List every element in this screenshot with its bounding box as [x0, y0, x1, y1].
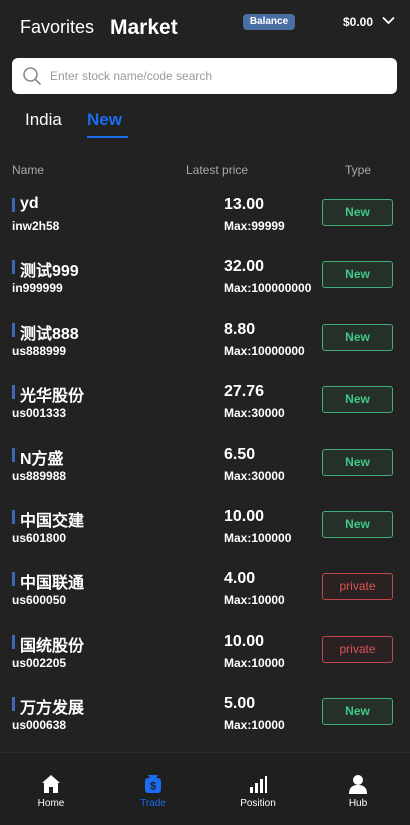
- hub-icon: [349, 775, 367, 794]
- stock-price: 8.80: [224, 320, 256, 338]
- stock-row[interactable]: 光华股份 us001333 27.76 Max:30000 New: [0, 377, 410, 439]
- stock-max: Max:10000000: [224, 343, 305, 358]
- stock-name: yd: [20, 195, 39, 212]
- nav-home[interactable]: Home: [11, 773, 91, 818]
- search-bar: [12, 58, 397, 94]
- stock-row[interactable]: 中国交建 us601800 10.00 Max:100000 New: [0, 502, 410, 564]
- type-button[interactable]: New: [322, 323, 393, 351]
- name-marker: [12, 447, 15, 462]
- stock-price: 6.50: [224, 445, 256, 463]
- stock-max: Max:100000000: [224, 281, 312, 296]
- stock-list: yd inw2h58 13.00 Max:99999 New 测试999 in9…: [0, 190, 410, 752]
- type-button[interactable]: New: [322, 199, 393, 226]
- stock-max: Max:100000: [224, 530, 292, 545]
- stock-price: 10.00: [224, 507, 265, 525]
- trade-icon: $: [145, 775, 161, 793]
- stock-name: 中国交建: [20, 512, 85, 530]
- stock-code: us888999: [12, 343, 67, 358]
- stock-code: us601800: [12, 530, 67, 545]
- stock-code: us600050: [12, 593, 67, 608]
- type-button[interactable]: New: [322, 448, 393, 476]
- nav-trade-label: Trade: [140, 798, 166, 809]
- tab-india[interactable]: India: [25, 110, 62, 130]
- stock-name: N方盛: [20, 450, 64, 468]
- market-title: Market: [110, 16, 178, 39]
- stock-name: 测试999: [20, 263, 79, 281]
- stock-code: us889988: [12, 468, 67, 483]
- name-marker: [12, 322, 15, 337]
- column-header-latest-price: Latest price: [186, 163, 249, 177]
- stock-code: inw2h58: [12, 219, 60, 233]
- name-marker: [12, 260, 15, 275]
- nav-home-label: Home: [37, 798, 65, 809]
- stock-price: 10.00: [224, 632, 265, 650]
- column-header-name: Name: [12, 163, 45, 177]
- stock-row[interactable]: 国统股份 us002205 10.00 Max:10000 private: [0, 627, 410, 689]
- stock-row[interactable]: 测试888 us888999 8.80 Max:10000000 New: [0, 315, 410, 377]
- stock-row[interactable]: N方盛 us889988 6.50 Max:30000 New: [0, 440, 410, 502]
- stock-price: 5.00: [224, 695, 256, 713]
- top-header: Favorites Market Balance $0.00: [0, 0, 410, 50]
- name-marker: [12, 697, 15, 712]
- stock-price: 13.00: [224, 196, 265, 213]
- stock-name: 国统股份: [20, 637, 85, 655]
- stock-max: Max:10000: [224, 655, 285, 670]
- stock-code: us001333: [12, 406, 67, 421]
- search-input[interactable]: [50, 58, 390, 94]
- name-marker: [12, 572, 15, 587]
- balance-amount[interactable]: $0.00: [343, 15, 373, 29]
- nav-hub[interactable]: Hub: [318, 773, 398, 818]
- type-button[interactable]: private: [322, 573, 393, 601]
- active-tab-indicator: [87, 136, 128, 138]
- stock-price: 27.76: [224, 383, 265, 401]
- nav-position[interactable]: Position: [218, 773, 298, 818]
- stock-code: us000638: [12, 718, 67, 733]
- stock-name: 万方发展: [20, 700, 85, 718]
- home-icon: [42, 775, 60, 793]
- type-button[interactable]: New: [322, 698, 393, 726]
- type-button[interactable]: New: [322, 510, 393, 538]
- stock-code: in999999: [12, 281, 63, 296]
- type-button[interactable]: New: [322, 261, 393, 289]
- stock-max: Max:10000: [224, 593, 285, 608]
- stock-code: us002205: [12, 655, 67, 670]
- balance-badge[interactable]: Balance: [243, 14, 295, 30]
- bottom-nav: Home $ Trade Position Hub: [0, 753, 410, 825]
- nav-position-label: Position: [240, 798, 276, 809]
- nav-trade[interactable]: $ Trade: [113, 773, 193, 818]
- stock-name: 测试888: [20, 325, 79, 343]
- search-icon: [23, 67, 41, 85]
- svg-text:$: $: [150, 781, 156, 793]
- stock-price: 32.00: [224, 258, 265, 276]
- stock-name: 中国联通: [20, 575, 85, 593]
- favorites-tab[interactable]: Favorites: [20, 17, 94, 38]
- name-marker: [12, 509, 15, 524]
- type-button[interactable]: private: [322, 635, 393, 663]
- stock-max: Max:99999: [224, 219, 285, 233]
- stock-max: Max:10000: [224, 718, 285, 733]
- nav-hub-label: Hub: [348, 798, 368, 809]
- name-marker: [12, 634, 15, 649]
- tab-new[interactable]: New: [87, 110, 122, 130]
- stock-price: 4.00: [224, 570, 256, 588]
- position-icon: [250, 776, 267, 793]
- column-header-type: Type: [345, 163, 372, 177]
- name-marker: [12, 385, 15, 400]
- stock-name: 光华股份: [20, 388, 85, 406]
- type-button[interactable]: New: [322, 386, 393, 414]
- stock-row[interactable]: yd inw2h58 13.00 Max:99999 New: [0, 190, 410, 252]
- stock-max: Max:30000: [224, 406, 285, 421]
- stock-row[interactable]: 测试999 in999999 32.00 Max:100000000 New: [0, 252, 410, 314]
- stock-max: Max:30000: [224, 468, 285, 483]
- chevron-down-icon[interactable]: [382, 15, 395, 27]
- name-marker: [12, 198, 15, 212]
- stock-row[interactable]: 万方发展 us000638 5.00 Max:10000 New: [0, 689, 410, 751]
- stock-row[interactable]: 中国联通 us600050 4.00 Max:10000 private: [0, 564, 410, 626]
